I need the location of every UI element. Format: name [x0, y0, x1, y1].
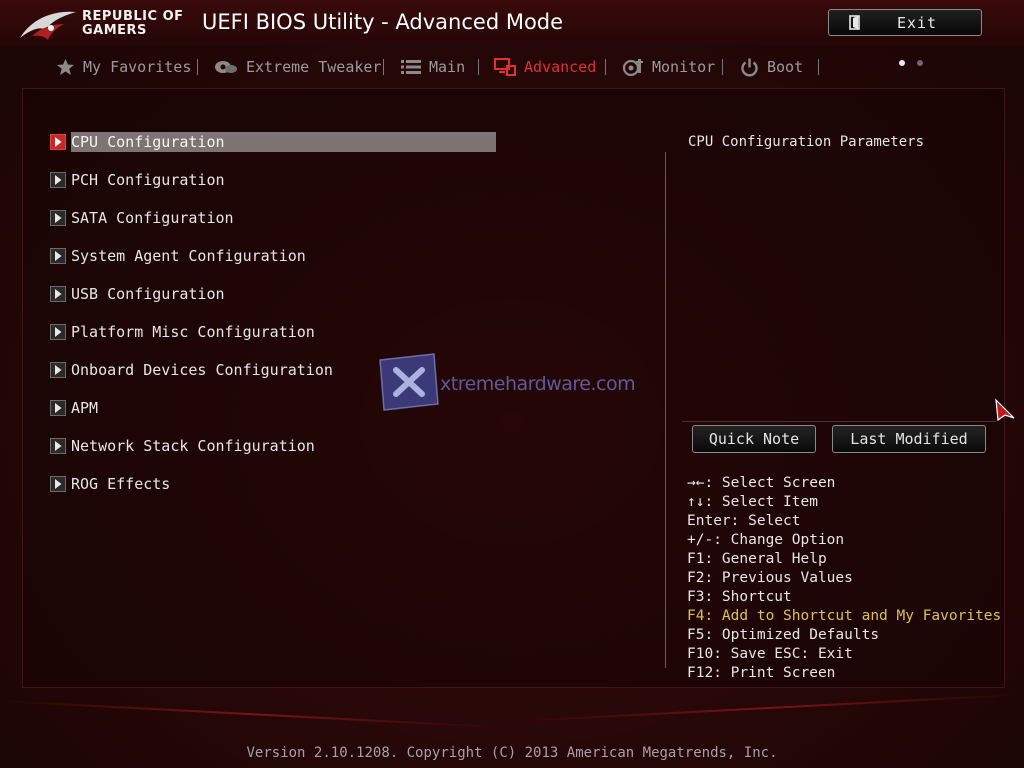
brand-line-2: GAMERS	[82, 23, 147, 38]
menu-item-sata-configuration[interactable]: SATA Configuration	[50, 208, 496, 228]
tab-label: My Favorites	[83, 58, 192, 76]
menu-item-usb-configuration[interactable]: USB Configuration	[50, 284, 496, 304]
tab-boot[interactable]: Boot	[740, 52, 803, 82]
submenu-arrow-icon	[50, 476, 66, 492]
advanced-icon	[494, 58, 516, 76]
watermark-text: xtremehardware.com	[440, 373, 636, 395]
submenu-arrow-icon	[50, 172, 66, 188]
menu-item-cpu-configuration[interactable]: CPU Configuration	[50, 132, 496, 152]
tab-separator	[197, 59, 198, 75]
tab-separator	[722, 59, 723, 75]
tab-separator	[478, 59, 479, 75]
help-separator	[682, 421, 996, 422]
submenu-arrow-icon	[50, 438, 66, 454]
submenu-arrow-icon	[50, 362, 66, 378]
exit-button[interactable]: Exit	[828, 9, 982, 36]
help-description: CPU Configuration Parameters	[688, 134, 925, 150]
power-icon	[741, 58, 758, 76]
menu-item-rog-effects[interactable]: ROG Effects	[50, 474, 496, 494]
menu-item-platform-misc-configuration[interactable]: Platform Misc Configuration	[50, 322, 496, 342]
tab-label: Main	[429, 58, 466, 76]
app-title: UEFI BIOS Utility - Advanced Mode	[202, 10, 564, 34]
star-icon	[56, 58, 75, 76]
page-indicator	[897, 60, 927, 68]
last-modified-label: Last Modified	[850, 430, 968, 448]
rog-brand: REPUBLIC OF GAMERS	[82, 10, 184, 38]
page-dot-active[interactable]	[899, 60, 905, 66]
menu-item-label: Platform Misc Configuration	[71, 323, 315, 341]
menu-item-label: SATA Configuration	[71, 209, 234, 227]
panel-divider	[665, 152, 666, 668]
exit-label: Exit	[896, 13, 938, 32]
title-bar: REPUBLIC OF GAMERS UEFI BIOS Utility - A…	[0, 0, 1024, 46]
menu-item-network-stack-configuration[interactable]: Network Stack Configuration	[50, 436, 496, 456]
shortcut-select-screen: →←: Select Screen	[687, 475, 836, 491]
tab-advanced[interactable]: Advanced	[494, 52, 596, 82]
shortcut-f5: F5: Optimized Defaults	[687, 627, 880, 643]
tab-separator	[383, 59, 384, 75]
tweaker-icon	[215, 61, 237, 73]
tab-label: Advanced	[524, 58, 597, 76]
menu-item-label: Onboard Devices Configuration	[71, 361, 333, 379]
submenu-arrow-icon	[50, 210, 66, 226]
menu-item-label: APM	[71, 399, 99, 417]
shortcut-f2: F2: Previous Values	[687, 570, 853, 586]
tab-separator	[818, 59, 819, 75]
tab-bar: My Favorites Extreme Tweaker Main Advanc…	[50, 52, 840, 82]
tab-monitor[interactable]: Monitor	[623, 52, 715, 82]
quick-note-label: Quick Note	[708, 430, 800, 448]
shortcut-f1: F1: General Help	[687, 551, 827, 567]
menu-item-system-agent-configuration[interactable]: System Agent Configuration	[50, 246, 496, 266]
shortcut-f10-esc: F10: Save ESC: Exit	[687, 646, 853, 662]
tab-extreme-tweaker[interactable]: Extreme Tweaker	[214, 52, 381, 82]
menu-item-label: Network Stack Configuration	[71, 437, 315, 455]
shortcut-change-option: +/-: Change Option	[687, 532, 845, 548]
shortcut-select-item: ↑↓: Select Item	[687, 494, 818, 510]
decor-streak	[0, 700, 500, 729]
tab-label: Boot	[767, 58, 804, 76]
list-icon	[401, 60, 421, 74]
submenu-arrow-icon	[50, 248, 66, 264]
submenu-arrow-icon	[50, 134, 66, 150]
menu-item-pch-configuration[interactable]: PCH Configuration	[50, 170, 496, 190]
exit-door-icon	[849, 15, 860, 30]
version-footer: Version 2.10.1208. Copyright (C) 2013 Am…	[246, 745, 778, 761]
menu-item-label: USB Configuration	[71, 285, 225, 303]
quick-note-button[interactable]: Quick Note	[692, 425, 816, 453]
shortcut-f3: F3: Shortcut	[687, 589, 792, 605]
menu-item-label: CPU Configuration	[71, 132, 496, 152]
last-modified-button[interactable]: Last Modified	[832, 425, 986, 453]
submenu-arrow-icon	[50, 286, 66, 302]
shortcut-f12: F12: Print Screen	[687, 665, 836, 681]
tab-label: Extreme Tweaker	[246, 58, 382, 76]
rog-eye-logo	[20, 11, 76, 40]
shortcut-legend: →←: Select Screen ↑↓: Select Item Enter:…	[687, 474, 1007, 683]
tab-main[interactable]: Main	[401, 52, 465, 82]
submenu-arrow-icon	[50, 400, 66, 416]
bios-window: REPUBLIC OF GAMERS UEFI BIOS Utility - A…	[0, 0, 1024, 768]
tab-separator	[605, 59, 606, 75]
page-dot[interactable]	[917, 60, 923, 66]
mouse-cursor-icon	[995, 398, 1015, 422]
decor-streak	[519, 693, 1020, 722]
brand-line-1: REPUBLIC OF	[82, 9, 184, 24]
shortcut-f4: F4: Add to Shortcut and My Favorites	[687, 608, 1002, 624]
tab-label: Monitor	[652, 58, 716, 76]
shortcut-enter: Enter: Select	[687, 513, 801, 529]
tab-my-favorites[interactable]: My Favorites	[56, 52, 191, 82]
monitor-icon	[623, 59, 643, 76]
watermark-logo	[379, 353, 439, 411]
menu-item-label: System Agent Configuration	[71, 247, 306, 265]
submenu-arrow-icon	[50, 324, 66, 340]
menu-item-label: ROG Effects	[71, 475, 171, 493]
menu-item-label: PCH Configuration	[71, 171, 225, 189]
